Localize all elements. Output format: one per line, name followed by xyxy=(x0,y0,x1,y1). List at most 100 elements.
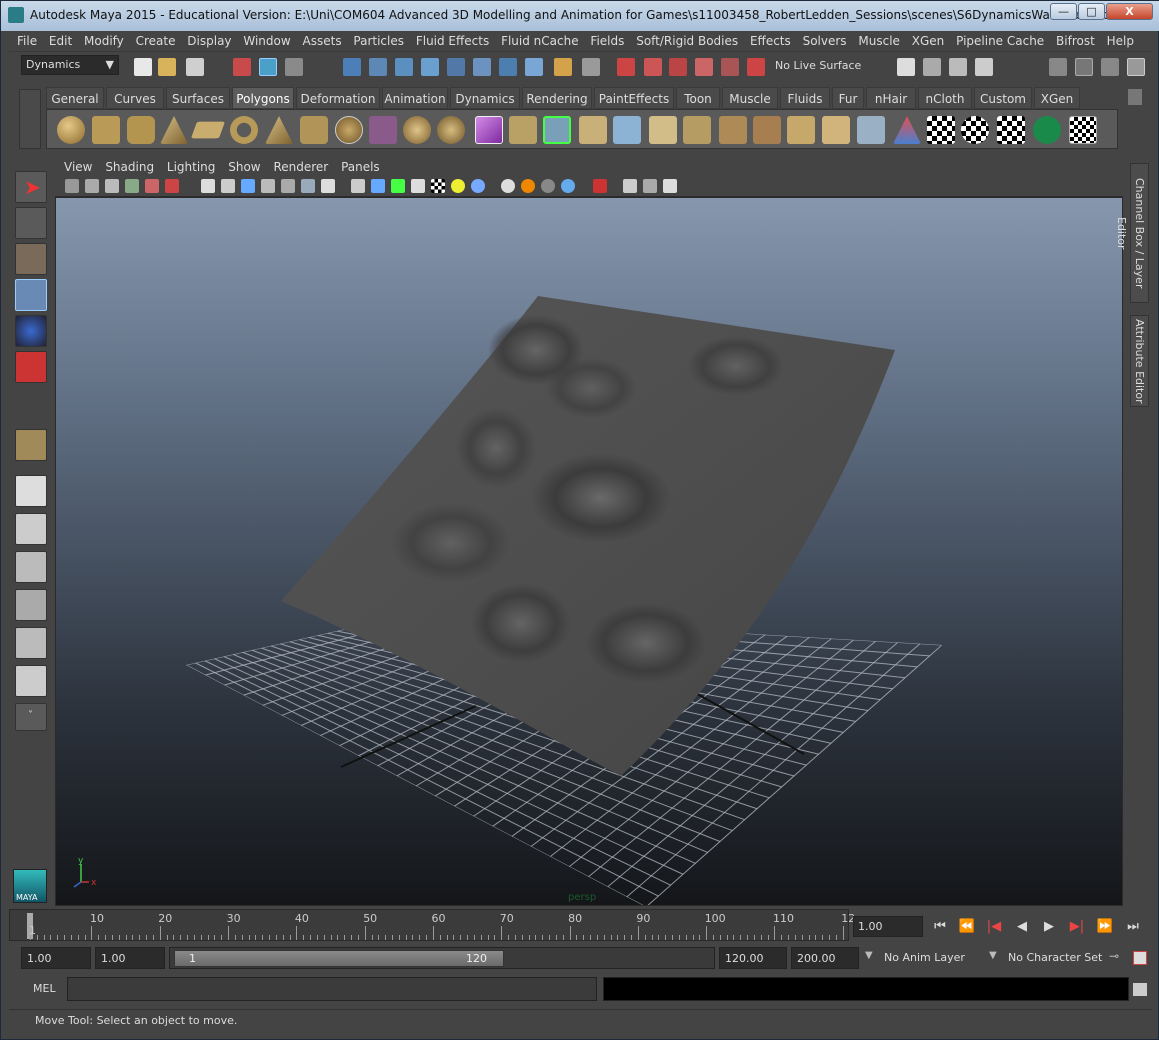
select-hierarchy-icon[interactable] xyxy=(233,58,251,76)
xray-icon[interactable] xyxy=(321,179,335,193)
shelf-tab-painteffects[interactable]: PaintEffects xyxy=(594,87,674,109)
camera-attributes-icon[interactable] xyxy=(85,179,99,193)
shelf-tab-rendering[interactable]: Rendering xyxy=(522,87,592,109)
combine-icon[interactable] xyxy=(369,116,397,144)
menuset-dropdown[interactable]: Dynamics ▼ xyxy=(21,55,119,75)
start-time-field[interactable]: 1.00 xyxy=(21,947,91,969)
menu-help[interactable]: Help xyxy=(1099,31,1134,51)
bridge-icon[interactable] xyxy=(543,116,571,144)
wire-cube-icon[interactable] xyxy=(391,179,405,193)
snap-surface-icon[interactable] xyxy=(721,58,739,76)
command-language-toggle[interactable]: MEL xyxy=(23,977,73,1001)
hypershade-layout-icon[interactable] xyxy=(15,627,47,659)
menu-pipeline-cache[interactable]: Pipeline Cache xyxy=(948,31,1044,51)
menu-xgen[interactable]: XGen xyxy=(904,31,945,51)
uv-editor-icon[interactable] xyxy=(1069,116,1097,144)
average-vertices-icon[interactable] xyxy=(475,116,503,144)
poly-cone-icon[interactable] xyxy=(160,116,188,144)
key-icon[interactable]: ⊸ xyxy=(1109,949,1119,963)
animation-preferences-icon[interactable] xyxy=(1133,951,1147,965)
poly-cube-icon[interactable] xyxy=(92,116,120,144)
time-slider[interactable]: 1 10 20 30 40 50 60 70 80 90 100 110 12 xyxy=(9,909,855,941)
insert-edge-loop-icon[interactable] xyxy=(719,116,747,144)
playback-end-field[interactable]: 120.00 xyxy=(719,947,787,969)
poly-pipe-icon[interactable] xyxy=(300,116,328,144)
step-back-key-button[interactable]: ⏪ xyxy=(956,917,978,937)
toggle-modeling-toolkit-icon[interactable] xyxy=(1049,58,1067,76)
menu-create[interactable]: Create xyxy=(128,31,176,51)
depth-of-field-icon[interactable] xyxy=(561,179,575,193)
poly-sphere-icon[interactable] xyxy=(57,116,85,144)
split-polygon-icon[interactable] xyxy=(753,116,781,144)
planar-mapping-icon[interactable] xyxy=(857,116,885,144)
shelf-tab-animation[interactable]: Animation xyxy=(382,87,448,109)
select-object-icon[interactable] xyxy=(259,58,277,76)
ambient-occlusion-icon[interactable] xyxy=(501,179,515,193)
sculpt-icon[interactable] xyxy=(893,116,921,144)
offset-edge-loop-icon[interactable] xyxy=(787,116,815,144)
perspective-viewport[interactable]: y x persp xyxy=(55,197,1123,906)
rotate-tool-icon[interactable] xyxy=(15,315,47,347)
new-scene-icon[interactable] xyxy=(134,58,152,76)
step-back-frame-button[interactable]: |◀ xyxy=(983,917,1005,937)
menu-fluid-ncache[interactable]: Fluid nCache xyxy=(493,31,579,51)
maximize-button[interactable]: □ xyxy=(1078,3,1105,20)
minimize-button[interactable]: — xyxy=(1050,3,1077,20)
play-forwards-button[interactable]: ▶ xyxy=(1038,917,1060,937)
use-all-lights-icon[interactable] xyxy=(281,179,295,193)
shelf-tab-curves[interactable]: Curves xyxy=(106,87,164,109)
snap-view-icon[interactable] xyxy=(447,58,465,76)
snap-point-magnet-icon[interactable] xyxy=(669,58,687,76)
shelf-tab-deformation[interactable]: Deformation xyxy=(296,87,380,109)
playback-start-field[interactable]: 1.00 xyxy=(95,947,165,969)
end-time-field[interactable]: 200.00 xyxy=(791,947,859,969)
smooth-icon[interactable] xyxy=(437,116,465,144)
snap-live-icon[interactable] xyxy=(747,58,765,76)
wedge-face-icon[interactable] xyxy=(822,116,850,144)
shelf-tab-surfaces[interactable]: Surfaces xyxy=(166,87,230,109)
default-material-icon[interactable] xyxy=(411,179,425,193)
select-tool-icon[interactable]: ➤ xyxy=(15,171,47,203)
image-plane-icon[interactable] xyxy=(125,179,139,193)
hud-toggle-icon[interactable] xyxy=(623,179,637,193)
menu-solvers[interactable]: Solvers xyxy=(795,31,847,51)
character-set-dropdown[interactable]: No Character Set xyxy=(1003,947,1107,969)
default-lighting-icon[interactable] xyxy=(451,179,465,193)
resolution-gate-icon[interactable] xyxy=(593,179,607,193)
shelf-tab-fluids[interactable]: Fluids xyxy=(780,87,830,109)
last-tool-icon[interactable] xyxy=(15,429,47,461)
menu-edit[interactable]: Edit xyxy=(41,31,72,51)
snap-curve-magnet-icon[interactable] xyxy=(644,58,662,76)
shelf-tab-xgen[interactable]: XGen xyxy=(1034,87,1080,109)
panel-menu-panels[interactable]: Panels xyxy=(332,157,380,177)
poly-plane-icon[interactable] xyxy=(190,121,226,139)
close-button[interactable]: X xyxy=(1106,3,1153,20)
snap-point-icon[interactable] xyxy=(395,58,413,76)
wireframe-on-shaded-icon[interactable] xyxy=(241,179,255,193)
poly-soccer-ball-icon[interactable] xyxy=(335,116,363,144)
help-question-icon[interactable] xyxy=(525,58,543,76)
live-surface-field[interactable]: No Live Surface xyxy=(771,57,871,77)
uv-sphere-map-icon[interactable] xyxy=(961,116,989,144)
bookmarks-icon[interactable] xyxy=(105,179,119,193)
shaded-cube-icon[interactable] xyxy=(371,179,385,193)
render-settings-icon[interactable] xyxy=(975,58,993,76)
snap-projected-icon[interactable] xyxy=(695,58,713,76)
shelf-tab-toon[interactable]: Toon xyxy=(676,87,720,109)
panel-menu-renderer[interactable]: Renderer xyxy=(264,157,328,177)
menu-bifrost[interactable]: Bifrost xyxy=(1048,31,1095,51)
step-forward-frame-button[interactable]: ▶| xyxy=(1066,917,1088,937)
layout-options-button[interactable]: ˅ xyxy=(15,703,47,731)
panel-menu-show[interactable]: Show xyxy=(219,157,260,177)
wireframe-icon[interactable] xyxy=(201,179,215,193)
textured-icon[interactable] xyxy=(261,179,275,193)
render-view-icon[interactable] xyxy=(897,58,915,76)
poly-cylinder-icon[interactable] xyxy=(127,116,155,144)
persp-outliner-layout-icon[interactable] xyxy=(15,551,47,583)
anti-aliasing-icon[interactable] xyxy=(541,179,555,193)
toggle-attribute-editor-icon[interactable] xyxy=(1075,58,1093,76)
persp-graph-layout-icon[interactable] xyxy=(15,589,47,621)
panel-menu-view[interactable]: View xyxy=(55,157,92,177)
lock-icon[interactable] xyxy=(554,58,572,76)
append-polygon-icon[interactable] xyxy=(613,116,641,144)
